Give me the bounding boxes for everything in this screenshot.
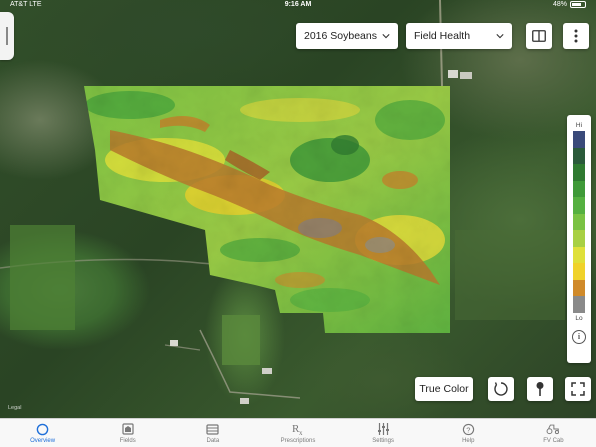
legend-swatch (573, 197, 585, 214)
legend-swatch (573, 147, 585, 164)
help-icon: ? (461, 422, 475, 436)
legend-high-label: Hi (575, 122, 583, 129)
svg-text:?: ? (466, 425, 470, 434)
battery-icon (570, 1, 586, 8)
circle-icon (36, 422, 50, 436)
tab-label: Help (462, 438, 475, 444)
tab-fv-cab[interactable]: FV Cab (511, 419, 596, 447)
legend-swatch (573, 279, 585, 296)
tab-fields[interactable]: Fields (85, 419, 170, 447)
tab-overview[interactable]: Overview (0, 419, 85, 447)
satellite-map[interactable] (0, 0, 596, 418)
map-imagery (0, 0, 565, 404)
tab-label: Data (206, 438, 220, 444)
true-color-button[interactable]: True Color (415, 377, 473, 401)
legend-swatch (573, 180, 585, 197)
tab-data[interactable]: Data (170, 419, 255, 447)
legend-swatch (573, 230, 585, 247)
legend-swatch (573, 296, 585, 313)
drawer-handle[interactable] (0, 12, 14, 60)
legend-low-label: Lo (575, 314, 583, 322)
split-view-button[interactable] (526, 23, 552, 49)
health-legend: Hi Lo i (567, 115, 591, 363)
tab-prescriptions[interactable]: Rx Prescriptions (255, 419, 340, 447)
lasso-icon (494, 382, 508, 396)
legal-link[interactable]: Legal (8, 405, 21, 411)
legend-swatch (573, 131, 585, 148)
layer-dropdown-value: Field Health (414, 30, 471, 42)
legend-scale (573, 131, 585, 313)
fullscreen-button[interactable] (565, 377, 591, 401)
rx-icon: Rx (291, 422, 305, 436)
data-icon (206, 422, 220, 436)
legend-swatch (573, 213, 585, 230)
info-icon[interactable]: i (572, 329, 586, 344)
more-options-button[interactable] (563, 23, 589, 49)
split-view-icon (532, 30, 546, 42)
grip-icon (6, 27, 8, 45)
lasso-button[interactable] (488, 377, 514, 401)
fullscreen-icon (571, 382, 585, 396)
status-bar: AT&T LTE 9:16 AM 48% (0, 0, 596, 12)
battery-percent: 48% (552, 1, 567, 8)
sliders-icon (376, 422, 390, 436)
season-dropdown-value: 2016 Soybeans (304, 30, 377, 42)
tab-label: Settings (372, 438, 394, 444)
chevron-down-icon (382, 34, 390, 39)
svg-text:x: x (299, 429, 303, 436)
layer-dropdown[interactable]: Field Health (406, 23, 512, 49)
pin-icon (536, 382, 544, 396)
tab-label: Prescriptions (280, 438, 316, 444)
drop-pin-button[interactable] (527, 377, 553, 401)
more-vertical-icon (574, 29, 578, 43)
season-dropdown[interactable]: 2016 Soybeans (296, 23, 398, 49)
battery-status: 48% (553, 1, 586, 8)
legend-swatch (573, 246, 585, 263)
tab-label: Fields (119, 438, 136, 444)
tractor-icon (546, 422, 560, 436)
bottom-tab-bar: Overview Fields Data Rx Prescriptions Se… (0, 418, 596, 447)
legend-swatch (573, 164, 585, 181)
chevron-down-icon (496, 34, 504, 39)
legend-swatch (573, 263, 585, 280)
fields-icon (121, 422, 135, 436)
tab-label: FV Cab (543, 438, 564, 444)
tab-help[interactable]: ? Help (426, 419, 511, 447)
clock: 9:16 AM (284, 1, 312, 8)
tab-settings[interactable]: Settings (341, 419, 426, 447)
tab-label: Overview (30, 438, 56, 444)
